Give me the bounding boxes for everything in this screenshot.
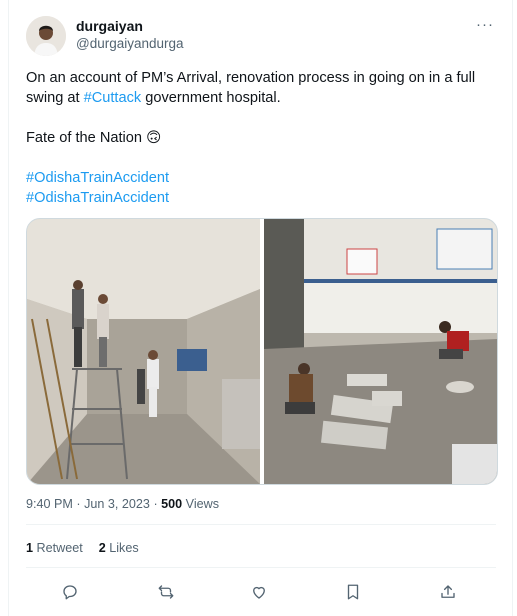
avatar[interactable] [26,16,66,56]
retweets-count: 1 [26,541,34,555]
meta-separator: · [76,497,81,511]
tweet-meta: 9:40 PM · Jun 3, 2023 · 500 Views [26,497,219,511]
tweet-text-line2: Fate of the Nation 🙃 [26,130,162,146]
tweet-text-line1: On an account of PM’s Arrival, renovatio… [26,68,496,108]
views-label: Views [185,497,220,511]
hashtag-cuttack[interactable]: #Cuttack [84,90,142,106]
divider [26,567,496,568]
share-button[interactable] [434,578,462,606]
meta-separator: · [153,497,158,511]
hashtag-odisha-train-accident[interactable]: #OdishaTrainAccident [26,188,496,208]
divider [26,524,496,525]
like-icon [253,586,265,599]
share-icon [441,585,455,598]
tweet-card: durgaiyan @durgaiyandurga ··· On an acco… [8,0,513,616]
tweet-actions [26,578,496,606]
tweet-time[interactable]: 9:40 PM [26,497,73,511]
retweet-button[interactable] [152,578,180,606]
bookmark-button[interactable] [339,578,367,606]
retweet-icon [158,585,174,599]
hashtag-odisha-train-accident[interactable]: #OdishaTrainAccident [26,168,496,188]
tweet-text-segment: government hospital. [141,90,281,106]
reply-button[interactable] [56,578,84,606]
tweet-header: durgaiyan @durgaiyandurga ··· [26,16,496,56]
author-handle[interactable]: @durgaiyandurga [76,35,184,53]
tweet-media[interactable] [26,218,498,485]
tweet-text: On an account of PM’s Arrival, renovatio… [26,68,496,208]
photo-hospital-corridor[interactable] [27,219,260,484]
author-names: durgaiyan @durgaiyandurga [76,16,184,53]
tweet-date[interactable]: Jun 3, 2023 [84,497,150,511]
views-count: 500 [161,497,183,511]
more-options-icon[interactable]: ··· [474,16,496,38]
likes-count: 2 [98,541,106,555]
like-button[interactable] [245,578,273,606]
reply-icon [63,585,77,600]
likes-stat[interactable]: 2 Likes [99,541,139,555]
author-display-name[interactable]: durgaiyan [76,17,184,35]
retweets-label: Retweet [36,541,83,555]
photo-hospital-floor[interactable] [264,219,497,484]
tweet-stats: 1 Retweet 2 Likes [26,541,139,555]
bookmark-icon [347,584,359,600]
likes-label: Likes [109,541,139,555]
retweets-stat[interactable]: 1 Retweet [26,541,83,555]
